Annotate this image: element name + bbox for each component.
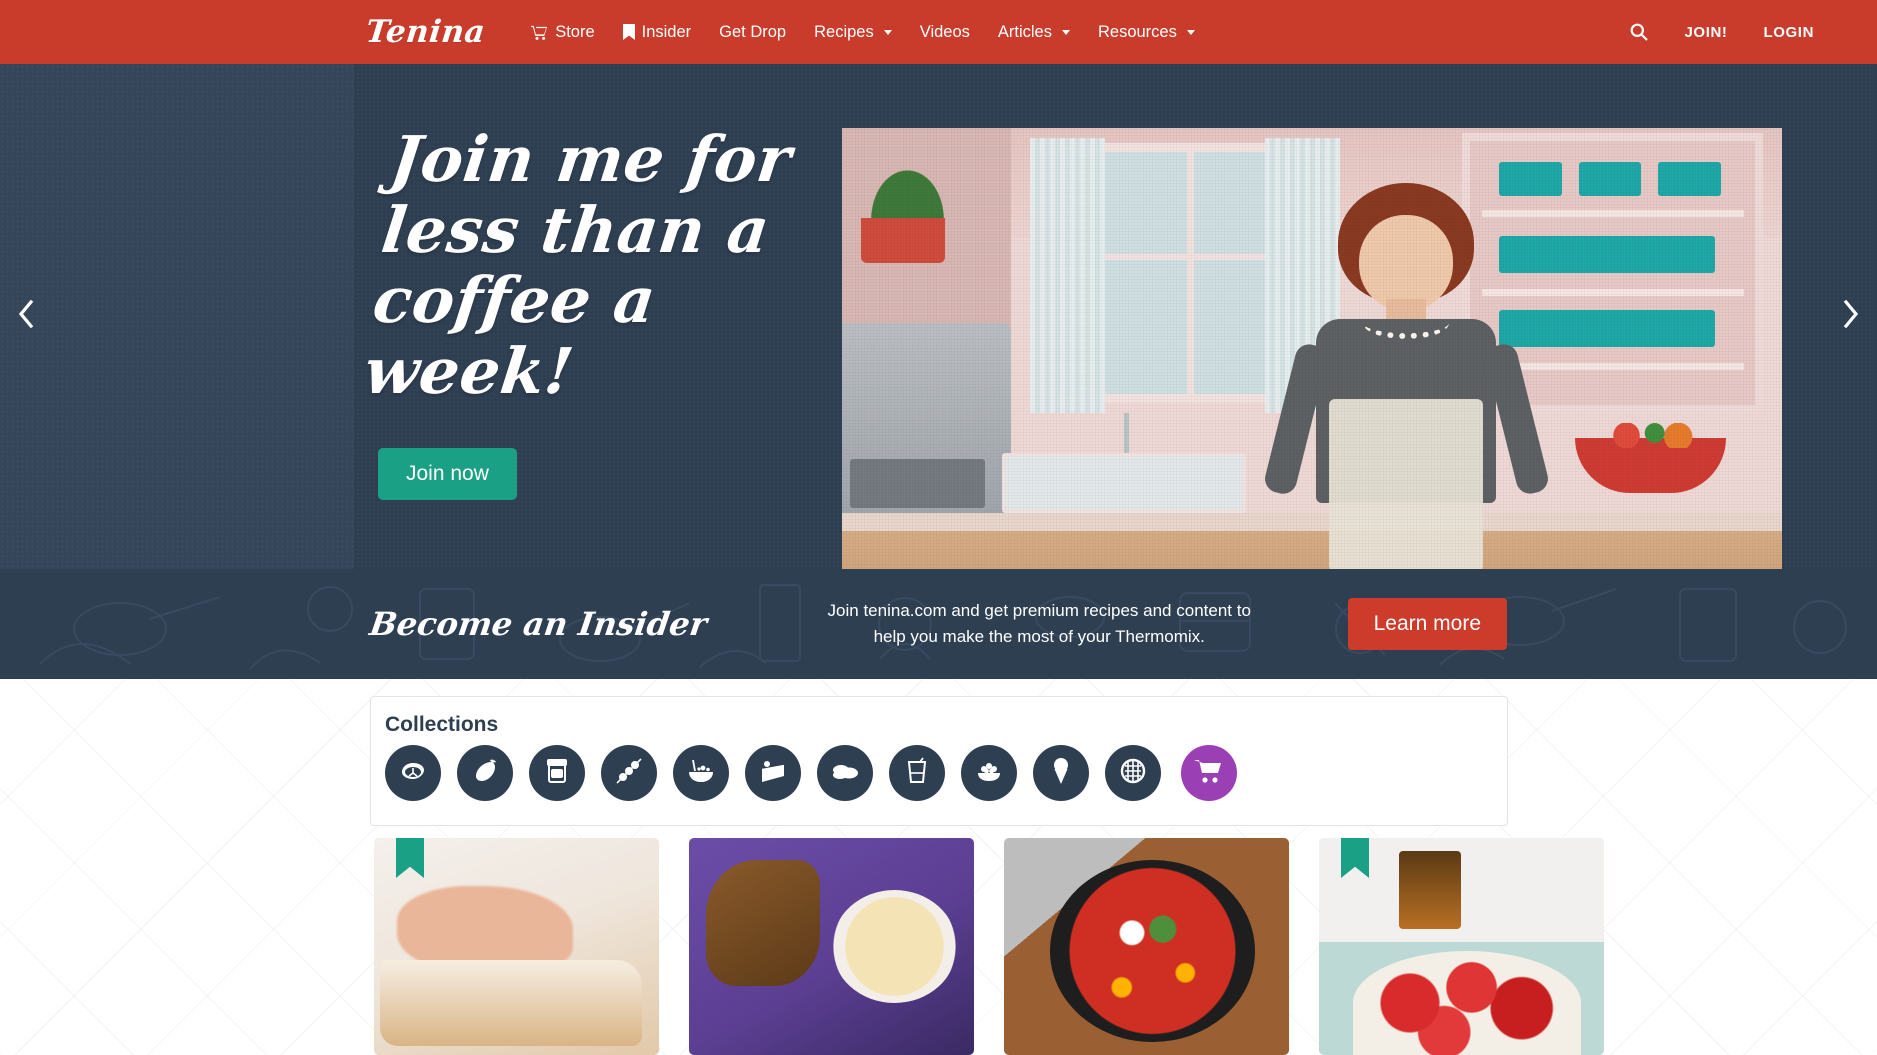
learn-more-button[interactable]: Learn more	[1347, 598, 1507, 650]
chevron-down-icon	[883, 29, 892, 35]
jar-icon	[543, 757, 571, 790]
recipe-card-soup[interactable]	[689, 838, 974, 1055]
chevron-down-icon	[1186, 29, 1195, 35]
ice-cream-icon	[1048, 756, 1074, 791]
search-button[interactable]	[1612, 15, 1666, 49]
collection-store[interactable]	[1181, 745, 1237, 801]
bread-icon	[830, 756, 860, 791]
nav-item-insider-label: Insider	[641, 22, 692, 41]
chevron-right-icon	[1842, 299, 1860, 334]
hero-carousel: Join me for less than a coffee a week! J…	[0, 64, 1877, 569]
collection-drinks[interactable]	[889, 745, 945, 801]
carousel-prev-button[interactable]	[6, 294, 46, 340]
drink-glass-icon	[904, 756, 930, 790]
nav-item-get-drop[interactable]: Get Drop	[705, 15, 800, 50]
carousel-next-button[interactable]	[1831, 294, 1871, 340]
skewer-icon	[614, 756, 644, 791]
collections-panel: Collections	[370, 696, 1508, 826]
shopping-cart-icon	[1194, 758, 1224, 789]
recipe-card-strawberries[interactable]	[1319, 838, 1604, 1055]
nav-item-insider[interactable]: Insider	[609, 15, 706, 50]
salad-bowl-icon	[686, 756, 716, 791]
bowl-icon	[974, 756, 1004, 791]
login-button[interactable]: LOGIN	[1746, 16, 1833, 49]
collection-cakes[interactable]	[745, 745, 801, 801]
nav-item-store[interactable]: Store	[517, 15, 608, 50]
collection-breads[interactable]	[817, 745, 873, 801]
insider-promo-band: Become an Insider Join tenina.com and ge…	[0, 569, 1877, 679]
collection-preserves[interactable]	[529, 745, 585, 801]
join-button[interactable]: JOIN!	[1666, 16, 1745, 49]
nav-item-store-label: Store	[555, 22, 595, 41]
nav-item-resources-label: Resources	[1097, 22, 1177, 41]
join-now-button[interactable]: Join now	[378, 448, 517, 501]
site-logo[interactable]: Tenina	[364, 14, 487, 50]
nav-item-articles-label: Articles	[997, 22, 1052, 41]
collection-meat[interactable]	[385, 745, 441, 801]
chevron-left-icon	[17, 299, 35, 334]
collections-icon-list	[385, 745, 1493, 801]
recipe-card-grid	[374, 838, 1604, 1055]
hero-headline: Join me for less than a coffee a week!	[360, 122, 796, 408]
insider-description: Join tenina.com and get premium recipes …	[827, 600, 1251, 646]
recipe-thumbnail	[689, 838, 974, 1055]
insider-title: Become an Insider	[367, 605, 710, 643]
nav-item-videos-label: Videos	[919, 22, 970, 41]
collection-waffles[interactable]	[1105, 745, 1161, 801]
nav-item-articles[interactable]: Articles	[984, 15, 1084, 50]
search-icon	[1630, 23, 1649, 41]
collection-vegetables[interactable]	[457, 745, 513, 801]
recipe-card-shakshuka[interactable]	[1004, 838, 1289, 1055]
chevron-down-icon	[1061, 29, 1070, 35]
main-menu: Store Insider Get Drop Recipes Videos Ar…	[517, 15, 1209, 50]
nav-item-videos[interactable]: Videos	[906, 15, 984, 50]
bookmark-icon	[622, 24, 635, 40]
waffle-icon	[1119, 757, 1147, 790]
hero-left-panel	[0, 64, 354, 569]
cart-icon	[531, 25, 548, 40]
page-root: Tenina Store Insider Get Drop Recipes Vi…	[0, 0, 1877, 1055]
hero-copy: Join me for less than a coffee a week! J…	[360, 122, 828, 501]
top-navigation-bar: Tenina Store Insider Get Drop Recipes Vi…	[0, 0, 1877, 64]
collection-skewers[interactable]	[601, 745, 657, 801]
meat-icon	[398, 756, 428, 791]
collection-salads[interactable]	[673, 745, 729, 801]
collection-ice-cream[interactable]	[1033, 745, 1089, 801]
recipe-thumbnail	[1004, 838, 1289, 1055]
eggplant-icon	[470, 756, 500, 791]
collections-title: Collections	[385, 713, 499, 736]
collection-snacks[interactable]	[961, 745, 1017, 801]
hero-image	[842, 128, 1782, 569]
nav-actions: JOIN! LOGIN	[1612, 15, 1832, 49]
nav-item-recipes-label: Recipes	[814, 22, 874, 41]
cake-slice-icon	[758, 756, 788, 791]
nav-item-resources[interactable]: Resources	[1084, 15, 1209, 50]
nav-item-recipes[interactable]: Recipes	[800, 15, 906, 50]
recipe-card-dough[interactable]	[374, 838, 659, 1055]
nav-item-get-drop-label: Get Drop	[719, 22, 787, 41]
